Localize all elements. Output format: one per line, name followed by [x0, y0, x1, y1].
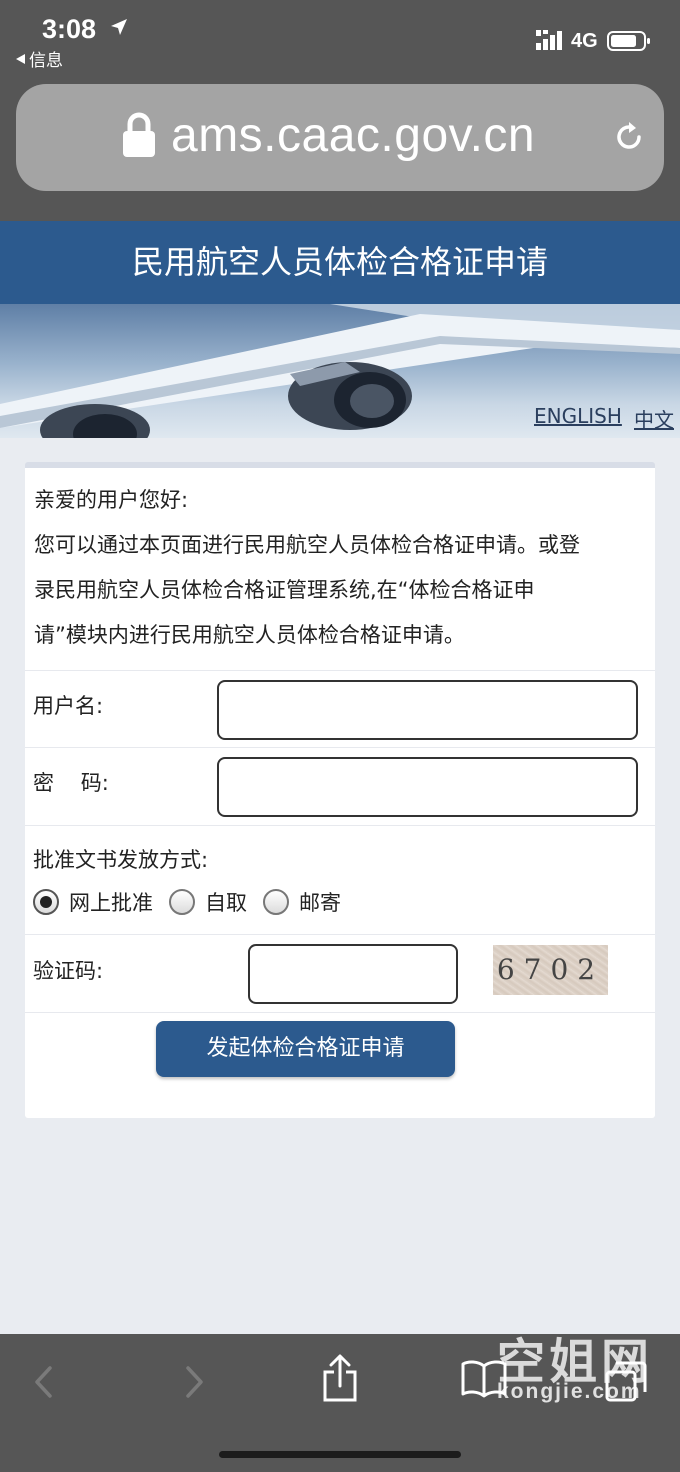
back-chevron-icon[interactable] — [32, 1366, 56, 1398]
watermark-domain: kongjie.com — [497, 1380, 642, 1403]
battery-icon — [607, 31, 650, 51]
cellular-signal-icon — [536, 30, 562, 50]
captcha-input[interactable] — [248, 944, 458, 1004]
back-triangle-icon — [16, 53, 25, 64]
lock-icon — [123, 112, 155, 157]
network-type: 4G — [571, 30, 598, 52]
captcha-image[interactable]: 6702 — [493, 945, 608, 995]
row-divider — [25, 747, 655, 748]
radio-mail[interactable] — [263, 889, 289, 915]
forward-chevron-icon[interactable] — [182, 1366, 206, 1398]
chinese-language-link[interactable]: 中文 — [634, 404, 674, 433]
radio-self-pickup-label[interactable]: 自取 — [205, 887, 247, 917]
status-bar: 3:08 信息 4G — [0, 0, 680, 84]
username-label: 用户名: — [33, 694, 104, 718]
password-input[interactable] — [217, 757, 638, 817]
status-time: 3:08 — [42, 14, 97, 44]
intro-greeting: 亲爱的用户您好: — [34, 488, 189, 512]
home-indicator[interactable] — [219, 1451, 461, 1458]
intro-text: 亲爱的用户您好: 您可以通过本页面进行民用航空人员体检合格证申请。或登 录民用航… — [34, 478, 644, 658]
captcha-text: 6702 — [496, 953, 605, 986]
url-text: ams.caac.gov.cn — [171, 109, 536, 162]
password-label: 密 码: — [33, 771, 109, 795]
english-language-link[interactable]: ENGLISH — [534, 404, 622, 428]
row-divider — [25, 670, 655, 671]
submit-application-button[interactable]: 发起体检合格证申请 — [156, 1021, 455, 1077]
radio-self-pickup[interactable] — [169, 889, 195, 915]
back-app-label: 信息 — [29, 51, 63, 71]
share-icon[interactable] — [322, 1354, 358, 1402]
page-title-bar: 民用航空人员体检合格证申请 — [0, 221, 680, 304]
row-divider — [25, 825, 655, 826]
intro-line-3: 请”模块内进行民用航空人员体检合格证申请。 — [34, 623, 465, 647]
location-arrow-icon — [111, 19, 127, 35]
row-divider — [25, 934, 655, 935]
delivery-method-options: 网上批准 自取 邮寄 — [33, 884, 357, 920]
address-bar[interactable]: ams.caac.gov.cn — [16, 84, 664, 191]
back-to-app-link[interactable]: 信息 — [16, 46, 63, 71]
reload-icon[interactable] — [612, 120, 646, 154]
intro-line-2: 录民用航空人员体检合格证管理系统,在“体检合格证申 — [34, 578, 535, 602]
radio-mail-label[interactable]: 邮寄 — [299, 887, 341, 917]
delivery-method-label: 批准文书发放方式: — [33, 848, 209, 872]
username-input[interactable] — [217, 680, 638, 740]
page-title: 民用航空人员体检合格证申请 — [131, 243, 548, 281]
radio-online-approval[interactable] — [33, 889, 59, 915]
radio-online-approval-label[interactable]: 网上批准 — [69, 887, 153, 917]
captcha-label: 验证码: — [33, 959, 104, 983]
row-divider — [25, 1012, 655, 1013]
intro-line-1: 您可以通过本页面进行民用航空人员体检合格证申请。或登 — [34, 533, 580, 557]
